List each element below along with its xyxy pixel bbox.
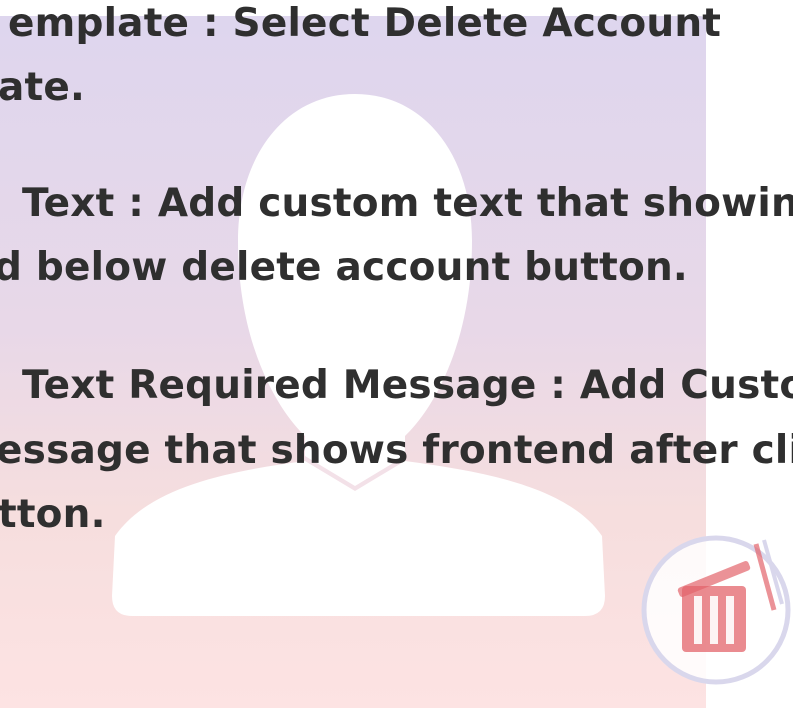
trash-can-icon [641, 535, 791, 685]
help-screenshot: emplate : Select Delete Account ate. Tex… [0, 0, 793, 708]
help-line-required-message: Text Required Message : Add Custo [22, 363, 793, 408]
help-line-required-message-cont: essage that shows frontend after clic [0, 428, 793, 473]
help-line-custom-text: Text : Add custom text that showing [22, 181, 793, 226]
help-line-required-message-end: tton. [0, 492, 106, 537]
help-line-template-cont: ate. [0, 65, 86, 110]
help-line-template: emplate : Select Delete Account [8, 1, 722, 46]
help-line-custom-text-cont: d below delete account button. [0, 245, 688, 290]
